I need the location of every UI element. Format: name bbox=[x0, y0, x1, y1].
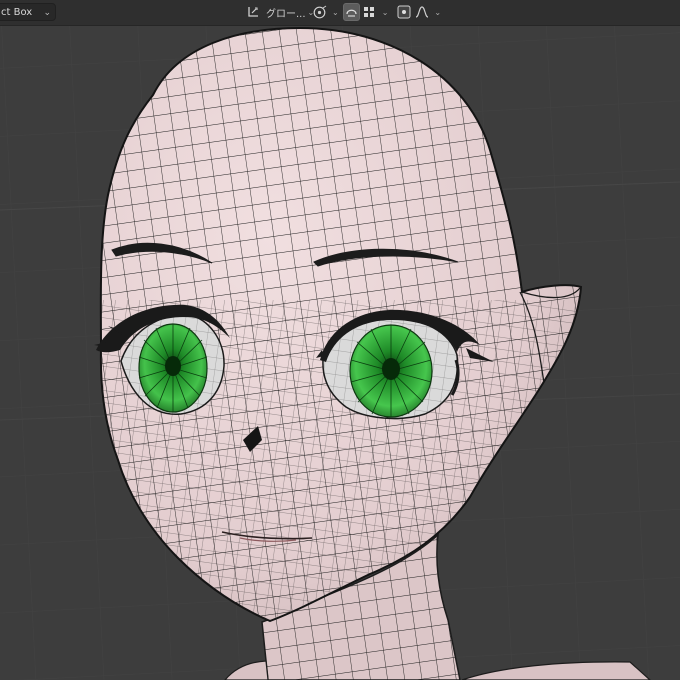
select-box-mode-label: ct Box bbox=[1, 7, 33, 18]
proportional-editing-icon[interactable] bbox=[342, 3, 360, 21]
blender-3d-viewport-app: ct Box ⌄ グロー... ⌄ ⌄ ⌄ ⌄ bbox=[0, 0, 680, 680]
snap-icon[interactable] bbox=[311, 3, 328, 21]
select-box-mode-dropdown[interactable]: ct Box ⌄ bbox=[0, 3, 56, 21]
snap-and-proportional-group: ⌄ ⌄ ⌄ bbox=[311, 3, 441, 21]
grid-snap-icon[interactable] bbox=[362, 3, 378, 21]
transform-pivot-group[interactable]: グロー... ⌄ bbox=[246, 3, 314, 21]
mesh-render bbox=[0, 25, 680, 680]
chevron-down-icon: ⌄ bbox=[381, 7, 389, 17]
transform-pivot-icon[interactable] bbox=[246, 3, 260, 21]
falloff-curve-icon[interactable] bbox=[414, 3, 430, 21]
chevron-down-icon: ⌄ bbox=[434, 7, 442, 17]
transform-pivot-label: グロー... bbox=[266, 8, 306, 20]
overlay-icon[interactable] bbox=[396, 3, 412, 21]
chevron-down-icon: ⌄ bbox=[43, 8, 51, 18]
viewport-header: ct Box ⌄ グロー... ⌄ ⌄ ⌄ ⌄ bbox=[0, 0, 680, 26]
chevron-down-icon: ⌄ bbox=[332, 7, 339, 17]
3d-viewport[interactable] bbox=[0, 25, 680, 680]
